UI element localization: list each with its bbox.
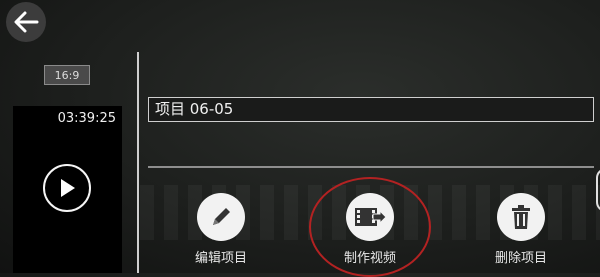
trash-icon — [512, 205, 530, 229]
edit-project-label: 编辑项目 — [194, 251, 247, 266]
aspect-ratio-badge[interactable]: 16:9 — [44, 65, 90, 85]
delete-project-button[interactable]: 删除项目 — [471, 193, 571, 266]
duration-label: 03:39:25 — [57, 111, 116, 126]
pencil-icon — [213, 208, 230, 225]
scroll-handle[interactable] — [596, 168, 600, 212]
video-preview[interactable]: 03:39:25 — [13, 106, 122, 273]
play-button[interactable] — [43, 164, 91, 212]
vertical-divider — [137, 52, 139, 273]
edit-project-button[interactable]: 编辑项目 — [171, 193, 271, 266]
delete-project-label: 删除项目 — [494, 251, 547, 266]
delete-circle — [497, 193, 545, 241]
project-title-field[interactable]: 项目 06-05 — [148, 97, 594, 122]
preview-panel: 16:9 03:39:25 — [0, 0, 130, 273]
horizontal-divider — [148, 166, 594, 168]
play-icon — [61, 179, 75, 197]
highlight-ring — [309, 177, 431, 277]
edit-circle — [197, 193, 245, 241]
